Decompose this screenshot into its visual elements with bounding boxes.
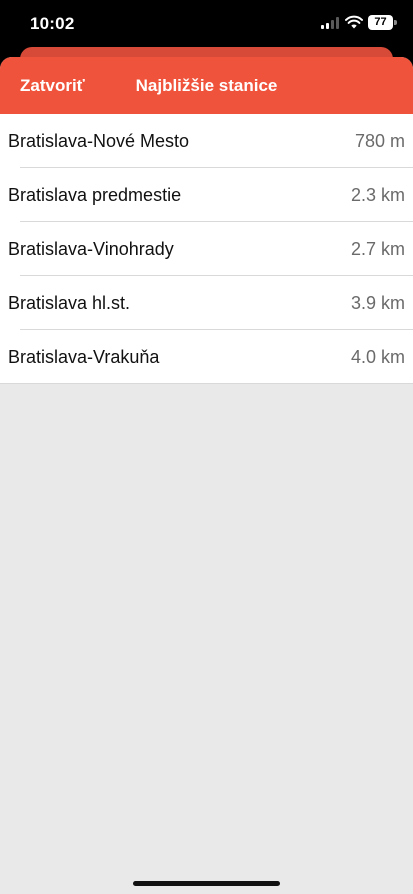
- station-distance: 4.0 km: [350, 346, 405, 367]
- nearest-stations-sheet: Zatvoriť Najbližšie stanice Bratislava-N…: [0, 57, 413, 894]
- wifi-icon: [345, 15, 363, 29]
- station-name: Bratislava-Nové Mesto: [8, 130, 190, 151]
- station-name: Bratislava-Vrakuňa: [8, 346, 160, 367]
- list-item[interactable]: Bratislava predmestie 2.3 km: [0, 168, 413, 222]
- station-name: Bratislava hl.st.: [8, 292, 131, 313]
- list-item[interactable]: Bratislava hl.st. 3.9 km: [0, 276, 413, 330]
- close-button[interactable]: Zatvoriť: [20, 76, 85, 96]
- station-distance: 780 m: [354, 130, 405, 151]
- station-distance: 3.9 km: [350, 292, 405, 313]
- signal-icon: [321, 17, 339, 29]
- status-bar: 10:02 77: [0, 0, 413, 48]
- station-distance: 2.3 km: [350, 184, 405, 205]
- battery-level: 77: [368, 15, 393, 30]
- battery-icon: 77: [368, 15, 397, 30]
- status-icons: 77: [307, 15, 397, 31]
- station-name: Bratislava-Vinohrady: [8, 238, 174, 259]
- station-name: Bratislava predmestie: [8, 184, 182, 205]
- status-time: 10:02: [30, 14, 75, 33]
- list-item[interactable]: Bratislava-Nové Mesto 780 m: [0, 114, 413, 168]
- station-distance: 2.7 km: [350, 238, 405, 259]
- list-item[interactable]: Bratislava-Vrakuňa 4.0 km: [0, 330, 413, 384]
- station-list: Bratislava-Nové Mesto 780 m Bratislava p…: [0, 114, 413, 384]
- home-indicator[interactable]: [133, 881, 280, 886]
- list-item[interactable]: Bratislava-Vinohrady 2.7 km: [0, 222, 413, 276]
- nav-bar: Zatvoriť Najbližšie stanice: [0, 57, 413, 114]
